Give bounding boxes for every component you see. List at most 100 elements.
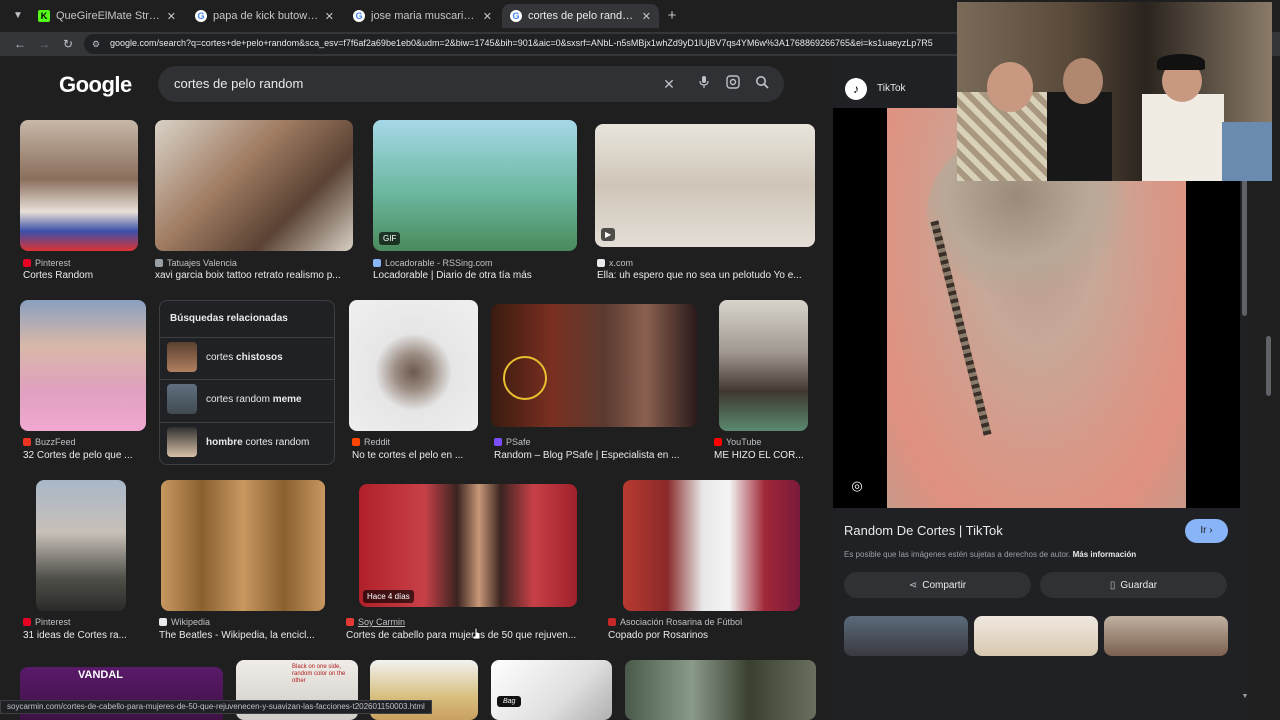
vandal-logo: VANDAL xyxy=(78,669,124,681)
wikipedia-icon xyxy=(159,618,167,626)
forward-icon[interactable]: → xyxy=(35,35,53,53)
share-button[interactable]: ⋖ Compartir xyxy=(844,572,1031,598)
back-icon[interactable]: ← xyxy=(11,35,29,53)
person-head xyxy=(987,62,1033,112)
result-source[interactable]: Tatuajes Valencia xyxy=(155,258,237,268)
tab-search-chevron-icon[interactable]: ▼ xyxy=(8,7,28,25)
status-bar: soycarmin.com/cortes-de-cabello-para-muj… xyxy=(0,700,432,714)
tab-search-butowski[interactable]: G papa de kick butowski - Buscar ✕ xyxy=(187,4,342,28)
result-image[interactable] xyxy=(161,480,325,611)
save-button[interactable]: ▯ Guardar xyxy=(1040,572,1227,598)
lens-icon[interactable] xyxy=(724,75,742,93)
visit-button[interactable]: Ir › xyxy=(1185,519,1228,543)
result-source[interactable]: BuzzFeed xyxy=(23,437,76,447)
result-title[interactable]: The Beatles - Wikipedia, la encicl... xyxy=(159,630,325,641)
tab-search-cortes[interactable]: G cortes de pelo random - Buscar ✕ xyxy=(502,4,659,28)
result-source[interactable]: Asociación Rosarina de Fútbol xyxy=(608,617,742,627)
search-box[interactable]: cortes de pelo random ✕ xyxy=(158,66,784,102)
result-source[interactable]: Pinterest xyxy=(23,258,71,268)
close-icon[interactable]: ✕ xyxy=(167,10,176,23)
result-image[interactable]: GIF xyxy=(373,120,577,251)
bookmark-icon: ▯ xyxy=(1109,579,1116,591)
result-source[interactable]: YouTube xyxy=(714,437,761,447)
result-image[interactable] xyxy=(625,660,816,720)
result-title[interactable]: Copado por Rosarinos xyxy=(608,630,808,641)
result-source[interactable]: Wikipedia xyxy=(159,617,210,627)
source-label: Pinterest xyxy=(35,258,71,268)
tab-title: papa de kick butowski - Buscar xyxy=(213,10,319,22)
result-title[interactable]: No te cortes el pelo en ... xyxy=(352,450,478,461)
result-title[interactable]: Random – Blog PSafe | Especialista en ..… xyxy=(494,450,694,461)
related-heading: Búsquedas relacionadas xyxy=(170,313,288,324)
panel-source[interactable]: TikTok xyxy=(877,83,906,94)
result-image[interactable]: Bag xyxy=(491,660,612,720)
result-image[interactable]: ▶ xyxy=(595,124,815,247)
result-title[interactable]: xavi garcia boix tattoo retrato realismo… xyxy=(155,270,353,281)
page-scroll-thumb[interactable] xyxy=(1266,336,1271,396)
result-source[interactable]: Soy Carmin xyxy=(346,617,405,627)
reload-icon[interactable]: ↻ xyxy=(59,35,77,53)
result-title[interactable]: Locadorable | Diario de otra tía más xyxy=(373,270,577,281)
url-text[interactable]: google.com/search?q=cortes+de+pelo+rando… xyxy=(110,38,955,52)
save-label: Guardar xyxy=(1120,579,1158,591)
result-image[interactable] xyxy=(349,300,478,431)
result-image[interactable] xyxy=(719,300,808,431)
result-image[interactable]: Hace 4 días xyxy=(359,484,577,607)
search-input[interactable]: cortes de pelo random xyxy=(174,76,303,91)
clear-icon[interactable]: ✕ xyxy=(660,75,678,93)
result-source[interactable]: PSafe xyxy=(494,437,531,447)
google-icon: G xyxy=(195,10,207,22)
related-image[interactable] xyxy=(1104,616,1228,656)
site-icon xyxy=(373,259,381,267)
person-shirt xyxy=(1142,94,1224,181)
close-icon[interactable]: ✕ xyxy=(325,10,334,23)
result-source[interactable]: x.com xyxy=(597,258,633,268)
person-shirt xyxy=(1222,122,1272,181)
result-title[interactable]: 31 ideas de Cortes ra... xyxy=(23,630,135,641)
kick-icon: K xyxy=(38,10,50,22)
search-icon[interactable] xyxy=(753,75,771,93)
tab-title: jose maria muscari - Buscar con xyxy=(371,10,477,22)
related-item-meme[interactable]: cortes random meme xyxy=(160,379,334,419)
result-image[interactable] xyxy=(155,120,353,251)
scroll-down-icon[interactable]: ▼ xyxy=(1241,693,1249,700)
close-icon[interactable]: ✕ xyxy=(642,10,651,23)
microphone-icon[interactable] xyxy=(695,75,713,93)
more-info-link[interactable]: Más información xyxy=(1073,550,1137,559)
result-image[interactable] xyxy=(36,480,126,611)
tab-search-muscari[interactable]: G jose maria muscari - Buscar con ✕ xyxy=(345,4,500,28)
result-image[interactable] xyxy=(20,300,146,431)
lens-search-icon[interactable]: ◎ xyxy=(847,476,867,496)
share-icon: ⋖ xyxy=(908,579,918,591)
result-title[interactable]: Cortes Random xyxy=(23,270,143,281)
result-title[interactable]: 32 Cortes de pelo que ... xyxy=(23,450,149,461)
result-image[interactable] xyxy=(623,480,800,611)
google-icon: G xyxy=(510,10,522,22)
result-source[interactable]: Reddit xyxy=(352,437,390,447)
related-item-chistosos[interactable]: cortes chistosos xyxy=(160,337,334,377)
reddit-icon xyxy=(352,438,360,446)
address-bar[interactable]: ⚙ google.com/search?q=cortes+de+pelo+ran… xyxy=(84,34,964,54)
result-source[interactable]: Pinterest xyxy=(23,617,71,627)
share-label: Compartir xyxy=(922,579,967,591)
related-image[interactable] xyxy=(974,616,1098,656)
tab-kick[interactable]: K QueGireElMate Stream - Kick D ✕ xyxy=(30,4,184,28)
new-tab-button[interactable]: + xyxy=(664,6,680,26)
x-icon xyxy=(597,259,605,267)
result-source[interactable]: Locadorable - RSSing.com xyxy=(373,258,493,268)
result-title[interactable]: Ella: uh espero que no sea un pelotudo Y… xyxy=(597,270,815,281)
shirt-caption: Black on one side, random color on the o… xyxy=(292,664,346,684)
related-image[interactable] xyxy=(844,616,968,656)
result-title[interactable]: ME HIZO EL COR... xyxy=(714,450,814,461)
site-info-icon[interactable]: ⚙ xyxy=(92,39,102,49)
google-logo[interactable]: Google xyxy=(59,72,132,98)
result-title[interactable]: Cortes de cabello para mujeres de 50 que… xyxy=(346,630,586,641)
panel-title[interactable]: Random De Cortes | TikTok xyxy=(844,523,1003,538)
scroll-thumb[interactable] xyxy=(1242,176,1247,316)
result-image[interactable] xyxy=(20,120,138,251)
highlight-circle xyxy=(503,356,547,400)
related-item-hombre[interactable]: hombre cortes random xyxy=(160,422,334,462)
result-image[interactable] xyxy=(491,304,697,427)
gif-badge: GIF xyxy=(379,232,401,245)
close-icon[interactable]: ✕ xyxy=(483,10,492,23)
